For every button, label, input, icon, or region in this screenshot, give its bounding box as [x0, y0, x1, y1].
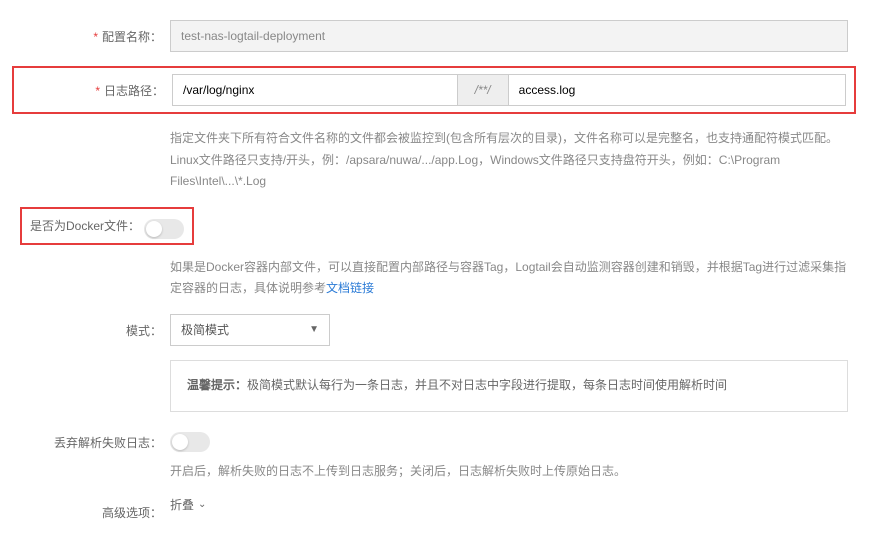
discard-fail-label: 丢弃解析失败日志：	[20, 426, 170, 451]
discard-fail-toggle[interactable]	[170, 432, 210, 452]
advanced-row: 高级选项： 折叠 ⌄	[20, 496, 848, 521]
mode-select-value: 极简模式	[181, 321, 229, 338]
log-path-separator: /**/	[458, 74, 508, 106]
config-name-content	[170, 20, 848, 52]
discard-fail-row: 丢弃解析失败日志： 开启后，解析失败的日志不上传到日志服务；关闭后，日志解析失败…	[20, 426, 848, 483]
config-name-label: * 配置名称：	[20, 20, 170, 45]
docker-file-row: 是否为Docker文件：	[20, 207, 848, 251]
docker-file-toggle[interactable]	[144, 219, 184, 239]
log-path-help-row: 指定文件夹下所有符合文件名称的文件都会被监控到(包含所有层次的目录)，文件名称可…	[20, 122, 848, 193]
config-name-label-text: 配置名称：	[102, 30, 162, 44]
docker-file-doc-link[interactable]: 文档链接	[326, 281, 374, 295]
log-path-label: * 日志路径：	[22, 74, 172, 99]
advanced-content[interactable]: 折叠 ⌄	[170, 496, 848, 513]
docker-file-help-row: 如果是Docker容器内部文件，可以直接配置内部路径与容器Tag，Logtail…	[20, 251, 848, 300]
required-marker: *	[93, 30, 98, 44]
log-path-content: /**/	[172, 74, 846, 106]
chevron-down-icon: ▼	[309, 324, 319, 335]
log-path-help: 指定文件夹下所有符合文件名称的文件都会被监控到(包含所有层次的目录)，文件名称可…	[170, 128, 848, 193]
discard-fail-help: 开启后，解析失败的日志不上传到日志服务；关闭后，日志解析失败时上传原始日志。	[170, 461, 848, 483]
log-path-dir-input[interactable]	[172, 74, 458, 106]
docker-file-label: 是否为Docker文件：	[30, 217, 140, 234]
advanced-label: 高级选项：	[20, 496, 170, 521]
log-path-file-input[interactable]	[508, 74, 846, 106]
discard-fail-content: 开启后，解析失败的日志不上传到日志服务；关闭后，日志解析失败时上传原始日志。	[170, 426, 848, 483]
docker-file-highlight: 是否为Docker文件：	[20, 207, 194, 245]
required-marker: *	[95, 84, 100, 98]
mode-select[interactable]: 极简模式 ▼	[170, 314, 330, 346]
mode-label: 模式：	[20, 314, 170, 339]
advanced-value: 折叠	[170, 496, 194, 513]
mode-row: 模式： 极简模式 ▼ 温馨提示：极简模式默认每行为一条日志，并且不对日志中字段进…	[20, 314, 848, 412]
chevron-down-icon: ⌄	[198, 499, 206, 510]
log-path-highlight: * 日志路径： /**/	[12, 66, 856, 114]
config-name-input[interactable]	[170, 20, 848, 52]
docker-file-help: 如果是Docker容器内部文件，可以直接配置内部路径与容器Tag，Logtail…	[170, 257, 848, 300]
mode-content: 极简模式 ▼ 温馨提示：极简模式默认每行为一条日志，并且不对日志中字段进行提取，…	[170, 314, 848, 412]
mode-tip-label: 温馨提示：	[187, 378, 247, 392]
mode-tip-box: 温馨提示：极简模式默认每行为一条日志，并且不对日志中字段进行提取，每条日志时间使…	[170, 360, 848, 412]
log-path-label-text: 日志路径：	[104, 84, 164, 98]
config-name-row: * 配置名称：	[20, 20, 848, 52]
mode-tip-text: 极简模式默认每行为一条日志，并且不对日志中字段进行提取，每条日志时间使用解析时间	[247, 378, 727, 392]
docker-file-help-text: 如果是Docker容器内部文件，可以直接配置内部路径与容器Tag，Logtail…	[170, 260, 846, 296]
